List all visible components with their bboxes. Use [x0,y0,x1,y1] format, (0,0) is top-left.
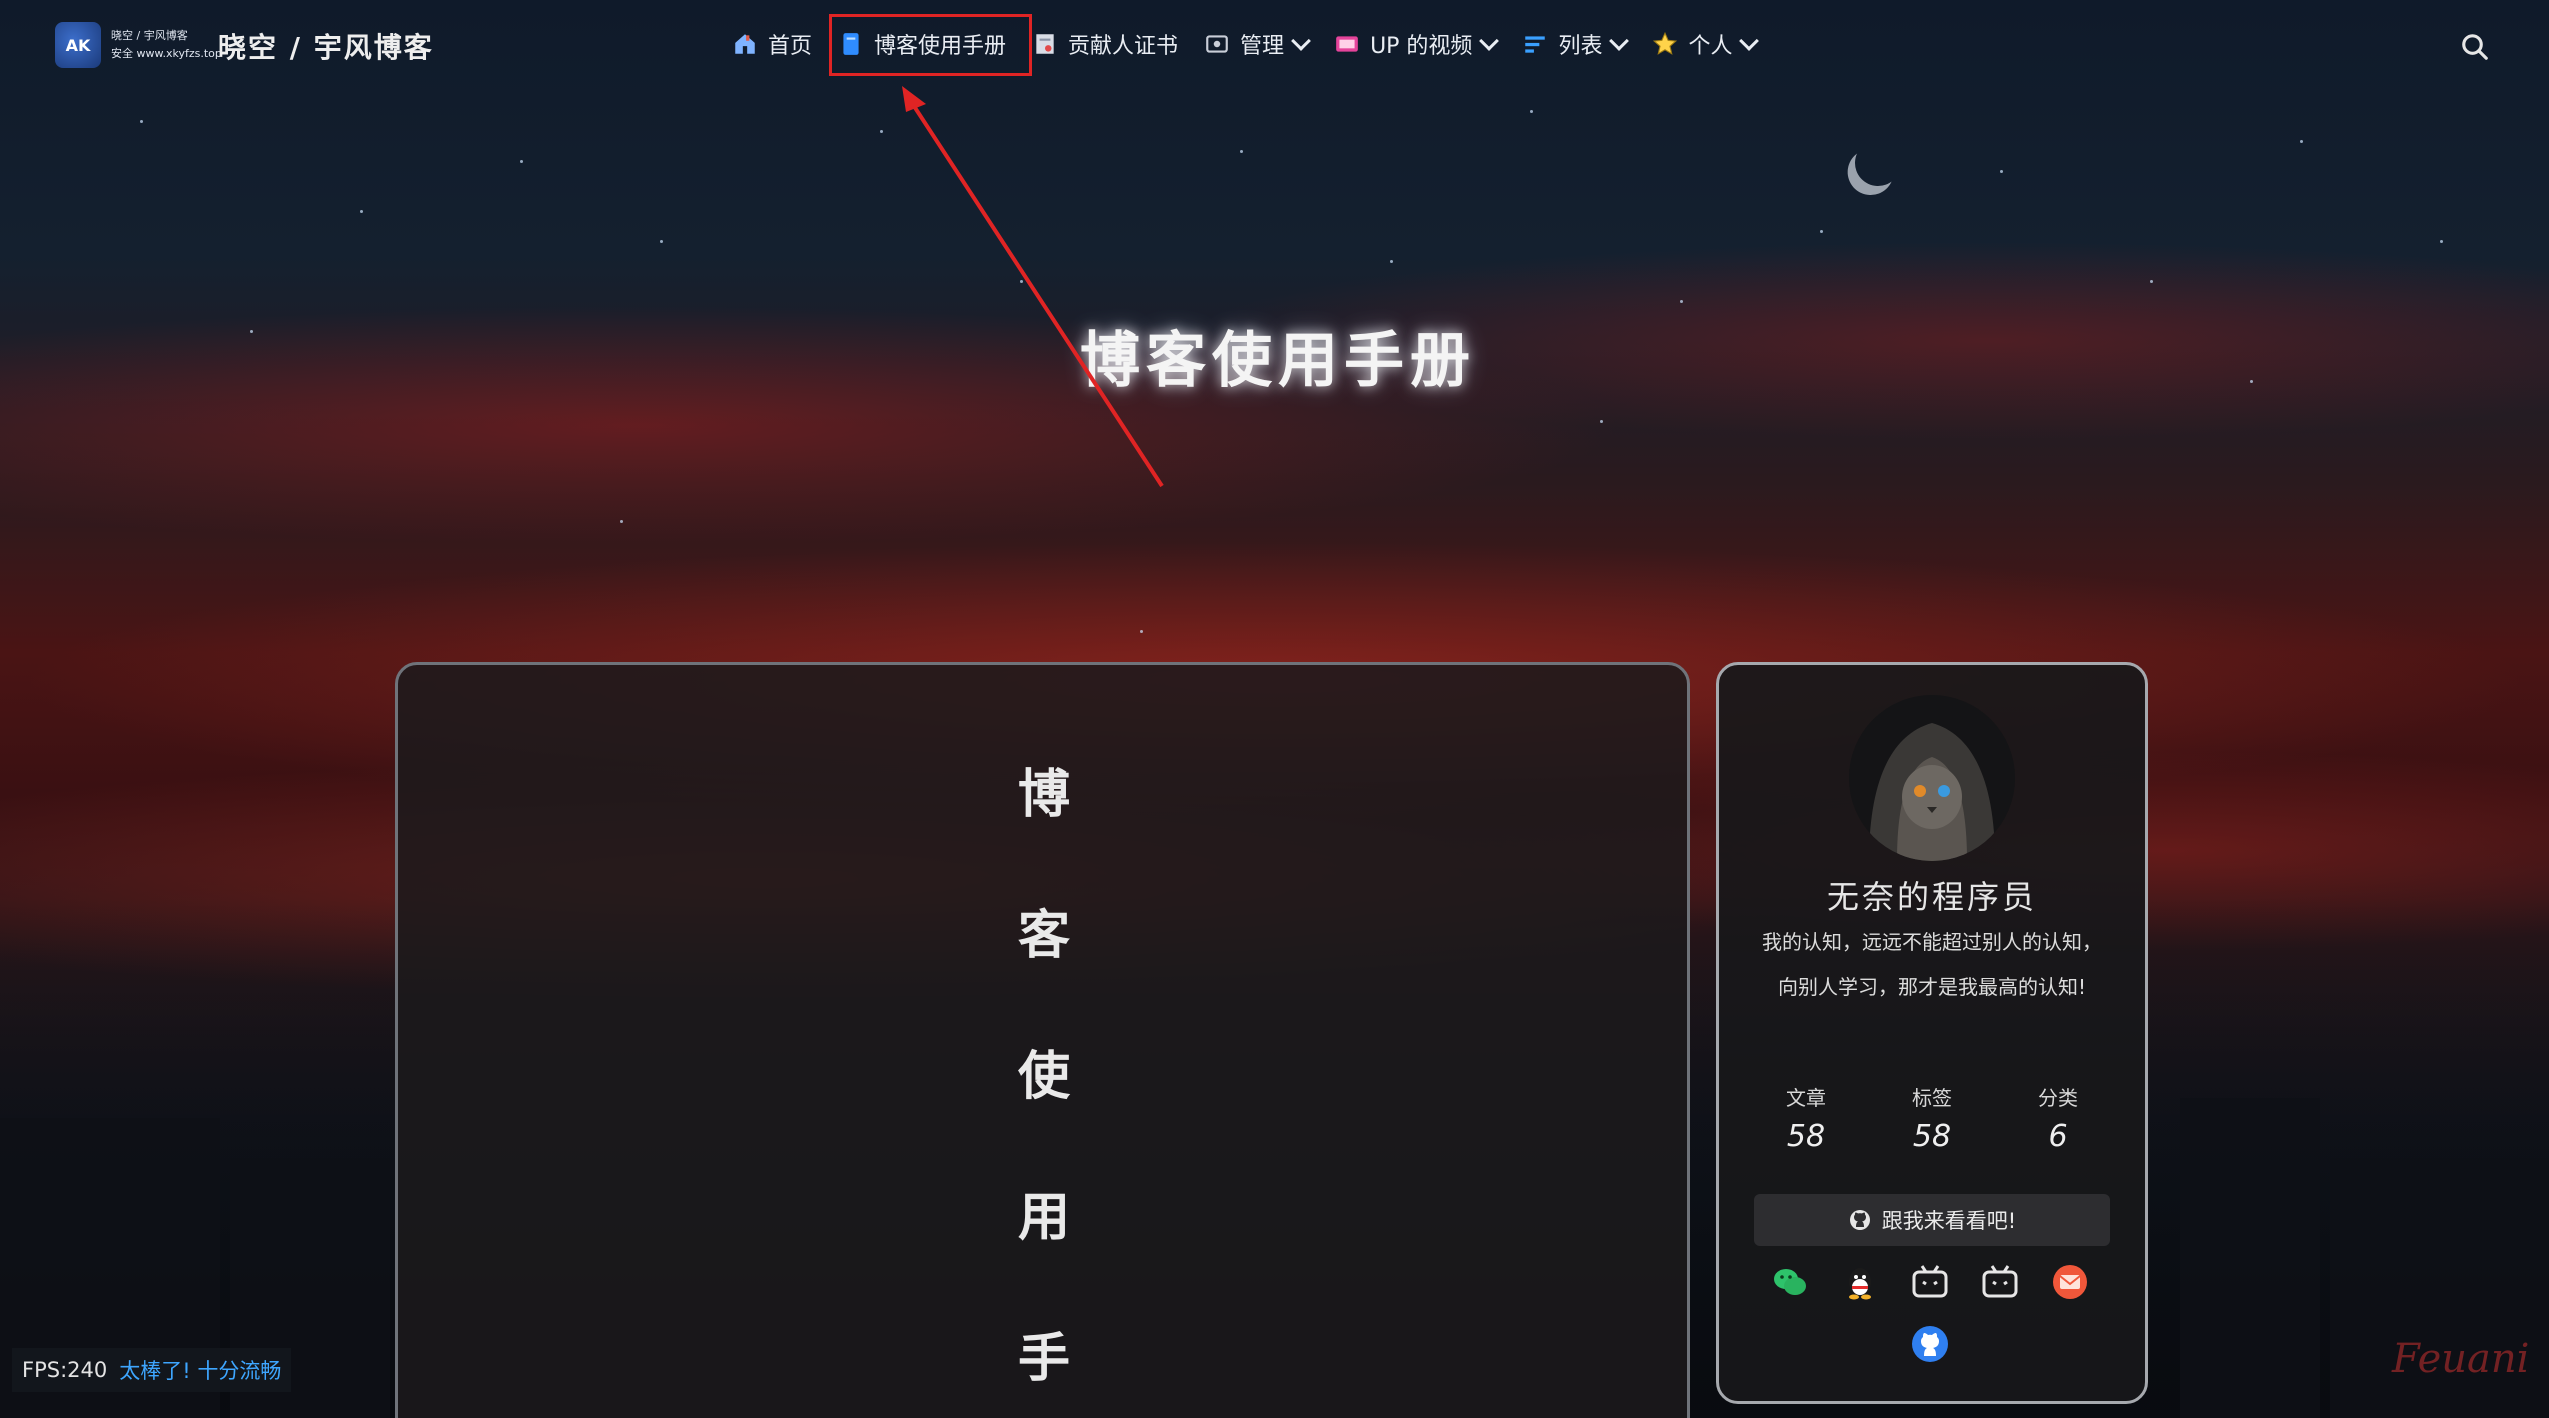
github-icon[interactable] [1910,1324,1950,1364]
avatar-image [1849,695,2015,861]
highlight-box [829,14,1032,76]
fps-indicator: FPS:240 太棒了! 十分流畅 [12,1348,292,1392]
follow-label: 跟我来看看吧! [1881,1209,2017,1233]
github-icon [1849,1210,1870,1230]
chevron-down-icon [1739,31,1760,51]
stat-label: 标签 [1912,1086,1952,1110]
chevron-down-icon [1479,31,1500,51]
title-char: 用 [1017,1188,1070,1248]
author-bio: 我的认知，远远不能超过别人的认知，向别人学习，那才是我最高的认知! [1762,930,2102,999]
page-title: 博客使用手册 [1080,326,1476,396]
author-stats: 文章 58 标签 58 分类 6 [1756,1082,2108,1154]
top-nav: AK 晓空 / 宇风博客 安全 www.xkyfzs.top 晓空 / 宇风博客… [0,0,2549,92]
stat-label: 文章 [1786,1086,1826,1110]
stat-categories[interactable]: 分类 6 [2008,1082,2108,1154]
wechat-icon[interactable] [1770,1262,1810,1302]
stat-value: 6 [2048,1119,2068,1154]
menu-item-label: 列表 [1558,34,1603,59]
chevron-down-icon [1291,31,1311,51]
menu-item-label: 管理 [1240,34,1285,59]
logo-line-1: 晓空 / 宇风博客 [111,29,188,42]
fps-message: 太棒了! 十分流畅 [119,1359,282,1383]
logo-text: 晓空 / 宇风博客 安全 www.xkyfzs.top [111,27,222,63]
home-icon [735,34,755,54]
stat-value: 58 [1912,1119,1952,1154]
avatar[interactable] [1849,695,2015,861]
menu-item-personal[interactable]: 个人 [1652,28,1760,60]
site-title[interactable]: 晓空 / 宇风博客 [218,26,434,66]
stat-tags[interactable]: 标签 58 [1882,1082,1982,1154]
search-icon[interactable] [2460,32,2490,62]
menu-item-manage[interactable]: 管理 [1204,28,1311,60]
fps-value: FPS:240 [22,1358,108,1382]
certificate-icon [1036,34,1054,54]
email-icon[interactable] [2050,1262,2090,1302]
stat-value: 58 [1786,1119,1826,1154]
author-name: 无奈的程序员 [1826,878,2037,916]
menu-item-list[interactable]: 列表 [1522,28,1630,60]
menu-item-home[interactable]: 首页 [732,28,812,60]
bilibili-icon[interactable] [1910,1262,1950,1302]
menu-item-label: UP 的视频 [1370,34,1473,59]
menu-item-certificate[interactable]: 贡献人证书 [1032,28,1178,60]
menu-item-label: 贡献人证书 [1068,34,1179,59]
video-icon [1336,36,1358,52]
title-char: 手 [1017,1329,1070,1389]
title-char: 博 [1017,765,1070,825]
article-vertical-title: 博 客 使 用 手 [1016,760,1072,1418]
bilibili-icon[interactable] [1980,1262,2020,1302]
stat-articles[interactable]: 文章 58 [1756,1082,1856,1154]
manage-icon [1206,35,1228,53]
title-char: 客 [1017,906,1070,966]
artist-signature: Feuani [2392,1336,2530,1382]
list-icon [1525,36,1546,53]
logo-badge: AK [55,22,101,68]
follow-button[interactable]: 跟我来看看吧! [1754,1194,2110,1246]
site-logo[interactable]: AK 晓空 / 宇风博客 安全 www.xkyfzs.top [55,22,222,68]
qq-icon[interactable] [1840,1262,1880,1302]
menu-item-label: 首页 [768,34,813,59]
page: AK 晓空 / 宇风博客 安全 www.xkyfzs.top 晓空 / 宇风博客… [0,0,2549,1418]
star-icon [1653,31,1678,55]
menu-item-up-videos[interactable]: UP 的视频 [1334,28,1500,60]
chevron-down-icon [1609,31,1630,51]
title-char: 使 [1017,1047,1070,1107]
logo-line-2: 安全 www.xkyfzs.top [111,47,222,60]
menu-item-label: 个人 [1688,34,1733,59]
stat-label: 分类 [2038,1086,2078,1110]
